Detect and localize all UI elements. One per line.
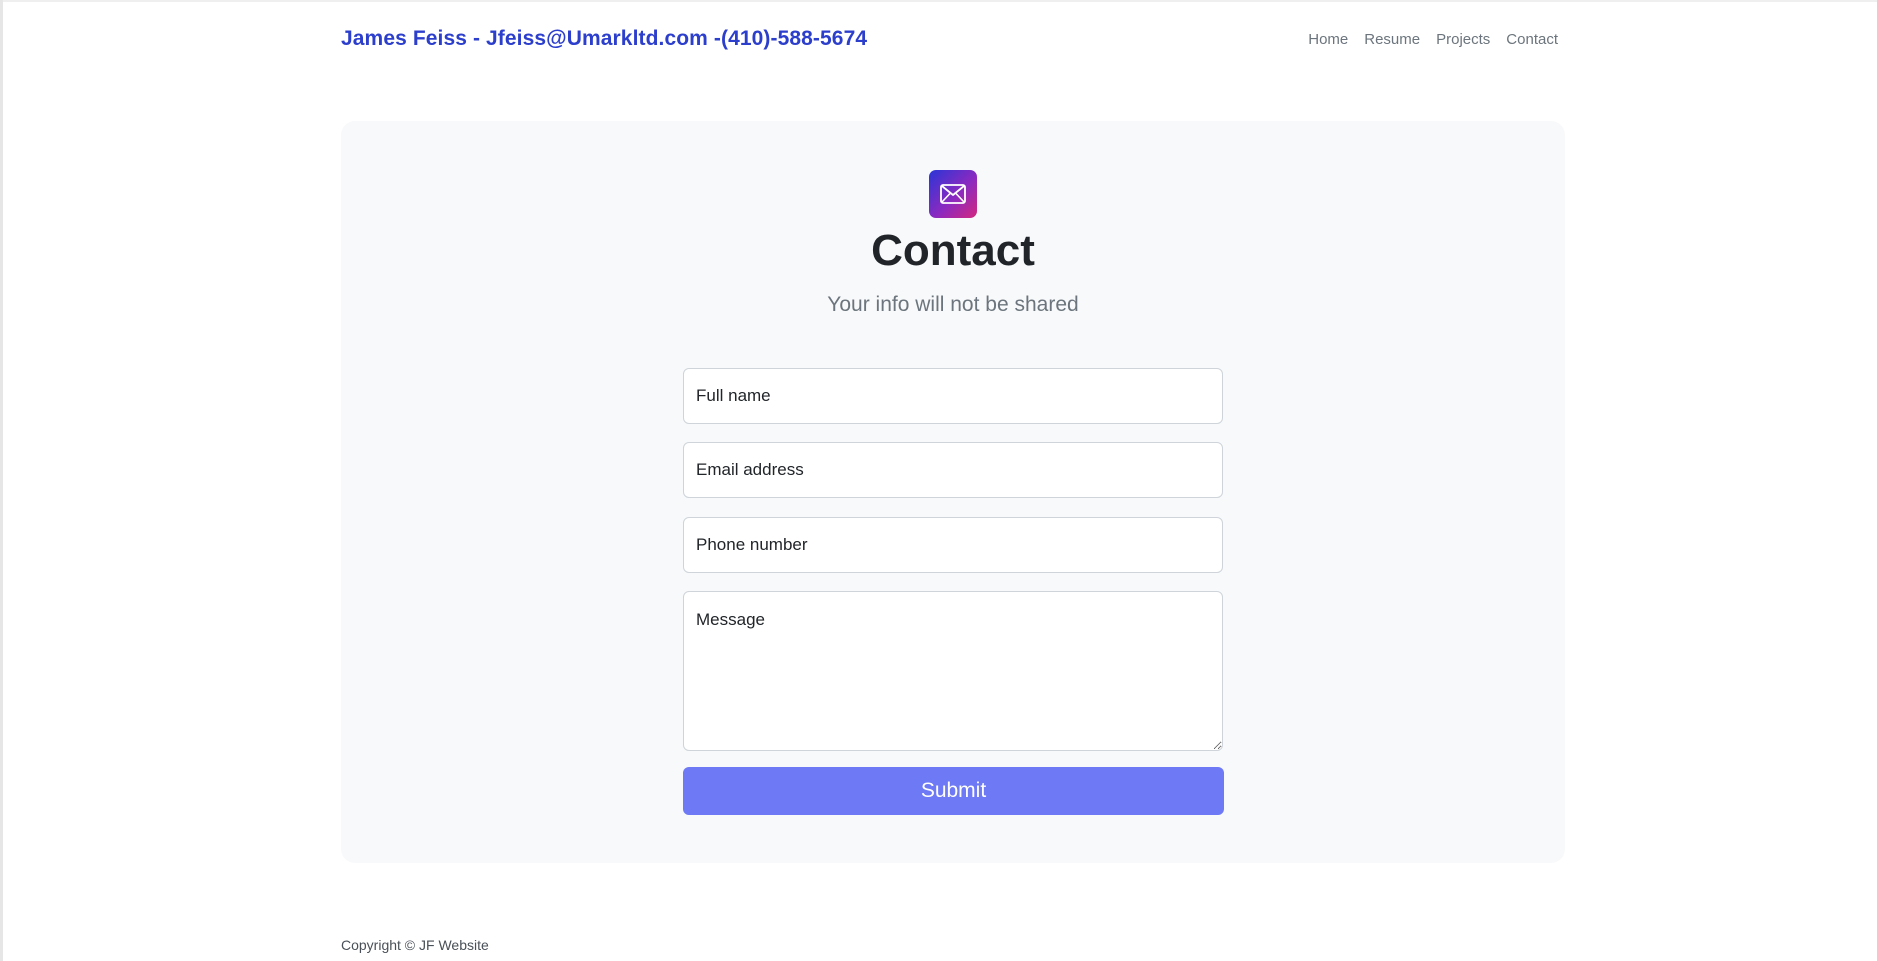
main-nav: Home Resume Projects Contact <box>1308 31 1566 48</box>
page-subtitle: Your info will not be shared <box>827 293 1079 316</box>
brand-link[interactable]: James Feiss - Jfeiss@Umarkltd.com -(410)… <box>341 27 867 51</box>
phone-input[interactable] <box>683 517 1223 573</box>
submit-button[interactable]: Submit <box>683 767 1224 815</box>
envelope-icon <box>929 170 977 218</box>
nav-link-home[interactable]: Home <box>1308 31 1348 48</box>
nav-link-resume[interactable]: Resume <box>1364 31 1420 48</box>
nav-link-contact[interactable]: Contact <box>1506 31 1558 48</box>
page-title: Contact <box>871 226 1035 275</box>
nav-link-projects[interactable]: Projects <box>1436 31 1490 48</box>
email-input[interactable] <box>683 442 1223 498</box>
top-border-line <box>0 0 1877 2</box>
left-border-line <box>0 0 3 961</box>
contact-card: Contact Your info will not be shared Sub… <box>341 121 1565 863</box>
footer-copyright: Copyright © JF Website <box>341 937 489 953</box>
message-textarea[interactable] <box>683 591 1223 751</box>
top-navbar: James Feiss - Jfeiss@Umarkltd.com -(410)… <box>341 22 1566 56</box>
full-name-input[interactable] <box>683 368 1223 424</box>
